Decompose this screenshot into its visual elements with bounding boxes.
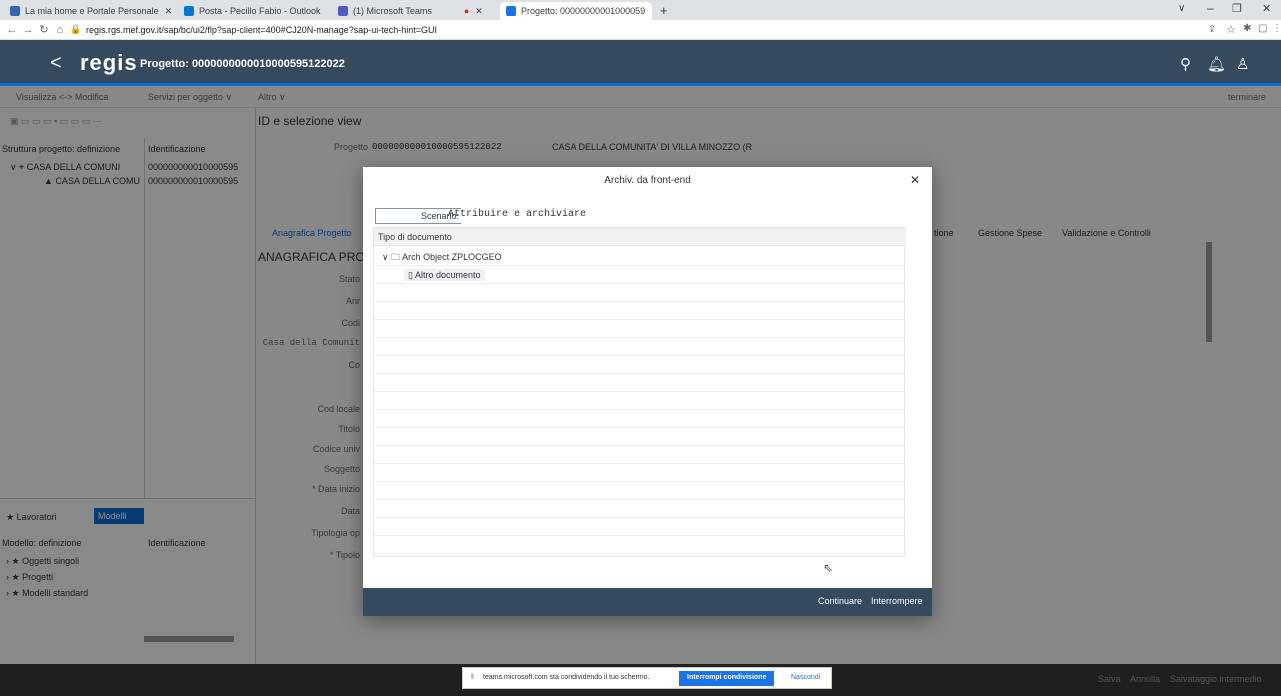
- tree-row[interactable]: [374, 482, 906, 500]
- app-logo[interactable]: regis: [80, 50, 138, 76]
- recording-icon: ●: [463, 6, 470, 16]
- tree-row[interactable]: [374, 446, 906, 464]
- browser-tab[interactable]: La mia home e Portale Personale ✕: [4, 2, 174, 20]
- stop-sharing-button[interactable]: Interrompi condivisione: [679, 671, 775, 686]
- document-icon: ▯: [408, 270, 413, 280]
- tree-row[interactable]: [374, 410, 906, 428]
- tab-label: Progetto: 00000000001000059: [521, 6, 646, 16]
- tree-row[interactable]: [374, 392, 906, 410]
- save-button[interactable]: Salva: [1098, 674, 1121, 684]
- cancel-footer-button[interactable]: Annulla: [1130, 674, 1160, 684]
- selected-item: ▯ Altro documento: [404, 269, 485, 281]
- minimize-icon[interactable]: –: [1207, 1, 1214, 15]
- teams-favicon-icon: [338, 6, 348, 16]
- shell-bar: < regis Progetto: 0000000000010000595122…: [0, 40, 1281, 86]
- star-icon[interactable]: ☆: [1226, 23, 1236, 36]
- scenario-value: Attribuire e archiviare: [448, 209, 587, 220]
- user-icon[interactable]: ♙: [1236, 55, 1249, 73]
- bell-icon[interactable]: 🔔︎: [1207, 55, 1226, 73]
- restore-icon[interactable]: ❐: [1232, 2, 1242, 15]
- hide-button[interactable]: Nascondi: [791, 674, 820, 681]
- back-icon[interactable]: ←: [4, 24, 20, 36]
- home-icon[interactable]: ⌂: [52, 24, 68, 36]
- tree-row[interactable]: [374, 500, 906, 518]
- share-text: teams.microsoft.com sta condividendo il …: [483, 674, 650, 681]
- sidepanel-icon[interactable]: ▢: [1258, 23, 1267, 34]
- close-icon[interactable]: ✕: [910, 173, 920, 187]
- browser-tab[interactable]: Posta - Pecillo Fabio - Outlook✕: [178, 2, 326, 20]
- browser-tab[interactable]: (1) Microsoft Teams ● ✕: [332, 2, 482, 20]
- close-icon[interactable]: ✕: [165, 6, 173, 17]
- dialog-footer: Continuare Interrompere: [363, 588, 932, 616]
- portal-favicon-icon: [10, 6, 20, 16]
- chevron-down-icon[interactable]: ∨: [382, 252, 389, 262]
- tree-row[interactable]: [374, 536, 906, 554]
- tab-label: La mia home e Portale Personale: [25, 6, 159, 16]
- browser-tab-bar: La mia home e Portale Personale ✕ Posta -…: [0, 0, 1281, 20]
- menu-icon[interactable]: ⋮: [1272, 23, 1281, 34]
- mouse-cursor-icon: ⇖: [823, 561, 834, 575]
- tab-label: Posta - Pecillo Fabio - Outlook: [199, 6, 321, 16]
- dialog-title: Archiv. da front-end: [604, 175, 691, 186]
- browser-tab-active[interactable]: Progetto: 00000000001000059 ✕: [500, 2, 652, 20]
- drag-handle-icon[interactable]: ‖: [471, 674, 474, 681]
- screen-share-banner: ‖ teams.microsoft.com sta condividendo i…: [462, 667, 832, 689]
- share-icon[interactable]: ⇪: [1208, 24, 1216, 35]
- tree-row[interactable]: [374, 374, 906, 392]
- chevron-down-icon[interactable]: ∨: [1178, 3, 1185, 14]
- page-title: Progetto: 0000000000010000595122022: [140, 58, 345, 70]
- lock-icon: 🔒: [70, 24, 82, 34]
- close-icon[interactable]: ✕: [475, 6, 482, 17]
- archive-dialog: Archiv. da front-end ✕ Scenario: Attribu…: [363, 167, 932, 616]
- extensions-icon[interactable]: ✱: [1243, 23, 1251, 34]
- cancel-button[interactable]: Interrompere: [871, 596, 923, 606]
- continue-button[interactable]: Continuare: [818, 596, 862, 606]
- address-bar: ← → ↻ ⌂ 🔒 regis.rgs.mef.gov.it/sap/bc/ui…: [0, 20, 1281, 40]
- forward-icon[interactable]: →: [20, 24, 36, 36]
- column-header[interactable]: Tipo di documento: [374, 228, 906, 246]
- outlook-favicon-icon: [184, 6, 194, 16]
- close-icon[interactable]: ✕: [651, 6, 652, 17]
- tree-row[interactable]: [374, 302, 906, 320]
- back-icon[interactable]: <: [50, 52, 62, 75]
- tree-row[interactable]: [374, 428, 906, 446]
- reload-icon[interactable]: ↻: [36, 23, 52, 36]
- search-icon[interactable]: ⚲: [1180, 55, 1191, 73]
- tree-row[interactable]: [374, 320, 906, 338]
- sap-favicon-icon: [506, 6, 516, 16]
- tree-label: Altro documento: [414, 270, 481, 280]
- tree-row[interactable]: [374, 284, 906, 302]
- tree-row[interactable]: [374, 464, 906, 482]
- tree-row[interactable]: [374, 356, 906, 374]
- document-type-tree: Tipo di documento ∨ 🗀 Arch Object ZPLOCG…: [373, 227, 906, 557]
- tree-row[interactable]: [374, 338, 906, 356]
- tab-label: (1) Microsoft Teams: [353, 6, 432, 16]
- window-close-icon[interactable]: ✕: [1262, 2, 1271, 15]
- folder-icon: 🗀: [391, 252, 401, 262]
- url-input[interactable]: regis.rgs.mef.gov.it/sap/bc/ui2/flp?sap-…: [86, 25, 437, 35]
- new-tab-icon[interactable]: +: [660, 3, 668, 18]
- tree-row[interactable]: [374, 518, 906, 536]
- tree-label: Arch Object ZPLOCGEO: [402, 252, 502, 262]
- tree-row[interactable]: ∨ 🗀 Arch Object ZPLOCGEO: [374, 248, 906, 266]
- tree-row[interactable]: ▯ Altro documento: [374, 266, 906, 284]
- intermediate-save-button[interactable]: Salvataggio intermedio: [1170, 674, 1262, 684]
